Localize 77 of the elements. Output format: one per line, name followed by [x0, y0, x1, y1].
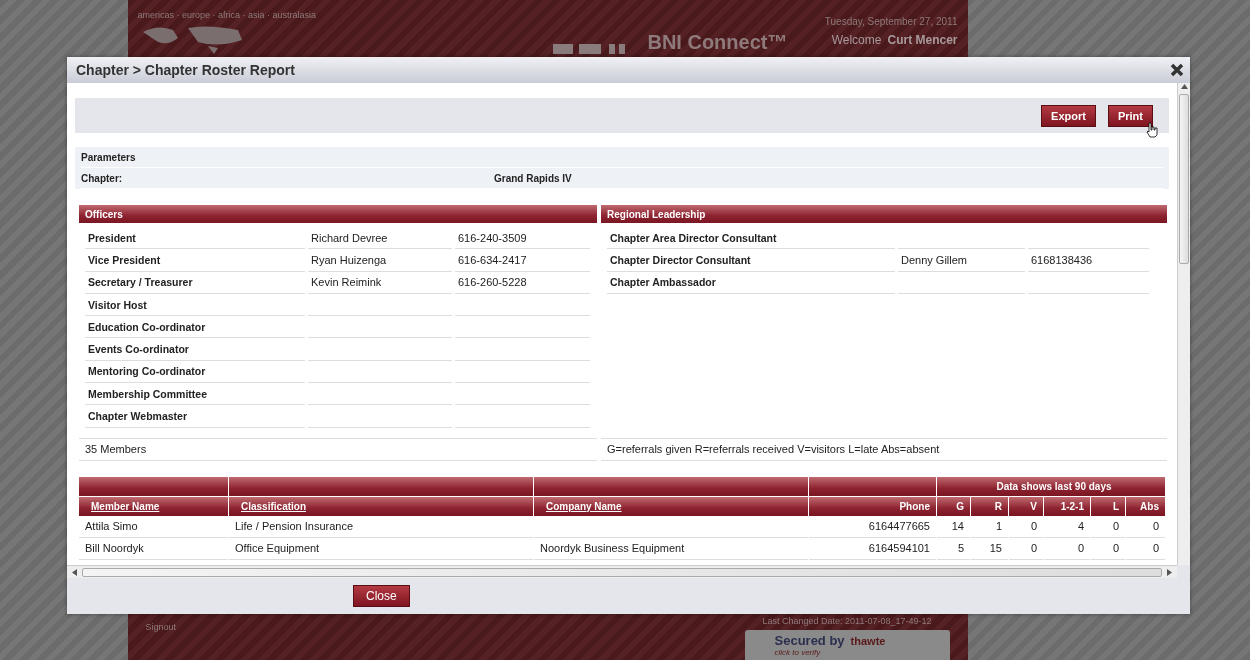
role-label: Chapter Director Consultant: [610, 253, 751, 266]
close-icon[interactable]: [1170, 63, 1184, 77]
column-header: V: [1009, 495, 1043, 516]
date-text: Tuesday, September 27, 2011: [824, 16, 958, 27]
table-cell: 6164477665: [809, 515, 936, 538]
seal-brand: thawte: [850, 634, 886, 647]
table-cell: Noordyk Business Equipment: [534, 537, 808, 560]
role-label: Vice President: [88, 253, 161, 266]
table-cell: 4: [1044, 515, 1090, 538]
column-header: Abs: [1126, 495, 1165, 516]
dialog-title: Chapter > Chapter Roster Report: [76, 62, 295, 78]
vertical-scrollbar[interactable]: [1177, 83, 1190, 565]
column-header: Phone: [809, 495, 936, 516]
seal-link[interactable]: click to verify: [774, 648, 942, 657]
role-label: Chapter Ambassador: [610, 276, 716, 289]
column-header: L: [1091, 495, 1125, 516]
role-label: Mentoring Co-ordinator: [88, 365, 206, 378]
role-label: Events Co-ordinator: [88, 343, 189, 356]
role-label: President: [88, 231, 136, 244]
welcome-label: Welcome: [831, 33, 882, 47]
close-button[interactable]: Close: [353, 585, 410, 607]
parameter-value: Grand Rapids IV: [494, 172, 573, 184]
sort-link[interactable]: Member Name: [79, 495, 228, 516]
table-cell: 0: [1009, 537, 1043, 560]
table-cell: Life / Pension Insurance: [229, 515, 533, 538]
sort-link[interactable]: Company Name: [534, 495, 808, 516]
user-name: Curt Mencer: [887, 33, 958, 47]
table-cell: 15: [971, 537, 1008, 560]
table-cell: 0: [1044, 537, 1090, 560]
table-cell: 0: [1091, 537, 1125, 560]
toolbar-button[interactable]: Export: [1041, 104, 1096, 127]
officer-name: Richard Devree: [311, 231, 388, 244]
signout-link[interactable]: Signout: [145, 622, 177, 632]
role-label: Visitor Host: [88, 298, 147, 311]
table-cell: 1: [971, 515, 1008, 538]
officer-name: Kevin Reimink: [311, 276, 382, 289]
table-cell: 0: [1009, 515, 1043, 538]
column-header: 1-2-1: [1044, 495, 1090, 516]
table-cell: 14: [937, 515, 970, 538]
sort-link[interactable]: Classification: [229, 495, 533, 516]
legend-text: G=referrals given R=referrals received V=visitors L=late Abs=absent: [607, 443, 940, 456]
seal-title: Secured by: [774, 633, 845, 648]
role-label: Secretary / Treasurer: [88, 276, 193, 289]
table-cell: 0: [1126, 515, 1165, 538]
phone-number: 616-240-3509: [458, 231, 527, 244]
table-cell: Office Equipment: [229, 537, 533, 560]
parameter-label: Chapter:: [81, 172, 124, 184]
table-cell: Attila Simo: [79, 515, 228, 538]
phone-number: 6168138436: [1031, 253, 1093, 266]
column-header: G: [937, 495, 970, 516]
group-header: Data shows last 90 days: [937, 475, 1165, 496]
section-header: Officers: [79, 205, 597, 223]
role-label: Education Co-ordinator: [88, 320, 206, 333]
security-seal[interactable]: Secured by thawte click to verify: [744, 630, 950, 660]
column-header: R: [971, 495, 1008, 516]
role-label: Chapter Webmaster: [88, 410, 187, 422]
horizontal-scrollbar[interactable]: [67, 565, 1177, 578]
table-cell: Bill Noordyk: [79, 537, 228, 560]
phone-number: 616-260-5228: [458, 276, 527, 289]
member-count: 35 Members: [85, 443, 147, 456]
scroll-right-icon[interactable]: [1166, 568, 1173, 576]
brand-name: BNI Connect™: [647, 31, 788, 54]
phone-number: 616-634-2417: [458, 253, 527, 266]
last-changed-text: Last Changed Date: 2011-07-08_17-49-12: [762, 616, 932, 626]
parameters-heading: Parameters: [81, 151, 137, 163]
hand-cursor-icon: [1146, 121, 1158, 138]
scroll-left-icon[interactable]: [71, 568, 78, 576]
role-label: Chapter Area Director Consultant: [610, 231, 777, 244]
table-cell: 0: [1126, 537, 1165, 560]
table-cell: 5: [937, 537, 970, 560]
section-header: Regional Leadership: [601, 205, 1167, 223]
regions-text: americas · europe · africa · asia · australasia: [137, 10, 317, 20]
table-cell: 0: [1091, 515, 1125, 538]
table-cell: 6164594101: [809, 537, 936, 560]
officer-name: Ryan Huizenga: [311, 253, 387, 266]
role-label: Membership Committee: [88, 387, 208, 400]
officer-name: Denny Gillem: [901, 253, 968, 266]
